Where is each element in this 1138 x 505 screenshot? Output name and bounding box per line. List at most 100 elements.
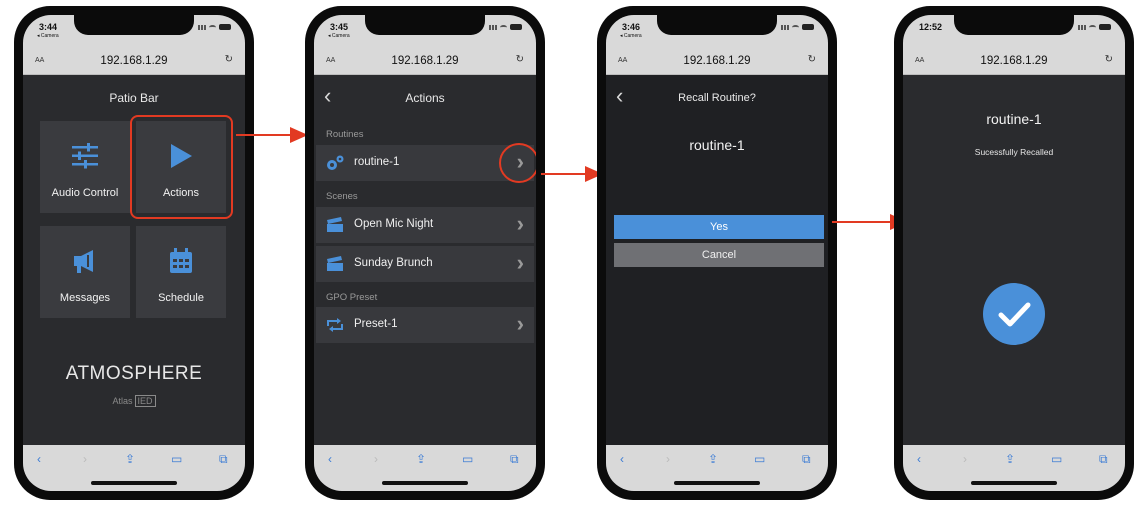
url-text[interactable]: 192.168.1.29 <box>23 55 245 67</box>
tile-audio-control[interactable]: Audio Control <box>40 121 130 213</box>
notch <box>657 15 777 35</box>
back-icon[interactable]: ‹ <box>37 452 41 466</box>
dialog-title: Recall Routine? <box>678 92 756 104</box>
page-title: Patio Bar <box>109 91 159 105</box>
back-to-app-link[interactable]: ◂ Camera <box>620 33 642 39</box>
url-text[interactable]: 192.168.1.29 <box>903 55 1125 67</box>
list-item-preset-1[interactable]: Preset-1 › <box>316 307 534 343</box>
forward-icon[interactable]: › <box>83 452 87 466</box>
status-time: 12:52 <box>919 22 943 32</box>
bookmarks-icon[interactable]: ▭ <box>754 452 765 466</box>
list-item-sunday-brunch[interactable]: Sunday Brunch › <box>316 246 534 282</box>
notch <box>74 15 194 35</box>
back-icon[interactable]: ‹ <box>620 452 624 466</box>
flow-arrow <box>236 127 308 143</box>
clapperboard-icon <box>327 217 343 232</box>
browser-toolbar: ‹ › ⇪ ▭ ⧉ <box>903 445 1125 491</box>
gears-icon <box>327 155 344 170</box>
notch <box>954 15 1074 35</box>
phone-confirm: 3:46 ◂ Camera AA 192.168.1.29 ↻ ‹ Recall… <box>597 6 837 500</box>
chevron-right-icon[interactable]: › <box>517 252 524 274</box>
list-item-open-mic-night[interactable]: Open Mic Night › <box>316 207 534 243</box>
home-indicator <box>674 481 760 485</box>
phone-success: 12:52 AA 192.168.1.29 ↻ routine-1 Sucess… <box>894 6 1134 500</box>
tile-messages[interactable]: Messages <box>40 226 130 318</box>
wifi-icon <box>209 24 216 30</box>
url-text[interactable]: 192.168.1.29 <box>314 55 536 67</box>
home-indicator <box>971 481 1057 485</box>
status-time: 3:44 <box>39 22 58 32</box>
reload-icon[interactable]: ↻ <box>1105 54 1113 65</box>
back-to-app-link[interactable]: ◂ Camera <box>328 33 350 39</box>
address-bar[interactable]: AA 192.168.1.29 ↻ <box>314 49 536 75</box>
tile-label: Schedule <box>158 292 204 304</box>
success-message: Sucessfully Recalled <box>974 147 1054 157</box>
chevron-right-icon[interactable]: › <box>517 313 524 335</box>
tile-label: Audio Control <box>51 187 119 199</box>
browser-toolbar: ‹ › ⇪ ▭ ⧉ <box>23 445 245 491</box>
section-header-routines: Routines <box>326 129 364 140</box>
tabs-icon[interactable]: ⧉ <box>1099 452 1108 467</box>
row-label: Sunday Brunch <box>354 257 433 269</box>
forward-icon[interactable]: › <box>666 452 670 466</box>
system-icons <box>1078 24 1111 30</box>
forward-icon[interactable]: › <box>963 452 967 466</box>
signal-icon <box>489 24 497 30</box>
yes-button[interactable]: Yes <box>614 215 824 239</box>
tabs-icon[interactable]: ⧉ <box>510 452 519 467</box>
battery-icon <box>510 24 522 30</box>
atlas-logo: Atlas IED <box>23 395 245 407</box>
share-icon[interactable]: ⇪ <box>125 452 135 466</box>
tile-label: Messages <box>59 292 111 304</box>
row-label: Preset-1 <box>354 318 398 330</box>
back-icon[interactable]: ‹ <box>917 452 921 466</box>
back-icon[interactable]: ‹ <box>328 452 332 466</box>
cancel-button[interactable]: Cancel <box>614 243 824 267</box>
screen: 3:46 ◂ Camera AA 192.168.1.29 ↻ ‹ Recall… <box>606 15 828 491</box>
success-check-icon <box>983 283 1045 345</box>
repeat-icon <box>327 318 343 332</box>
flow-arrow <box>541 166 603 182</box>
phone-home: 3:44 ◂ Camera AA 192.168.1.29 ↻ Patio Ba… <box>14 6 254 500</box>
routine-name: routine-1 <box>986 111 1042 127</box>
battery-icon <box>1099 24 1111 30</box>
share-icon[interactable]: ⇪ <box>1005 452 1015 466</box>
page-content: routine-1 Sucessfully Recalled <box>903 75 1125 445</box>
back-to-app-link[interactable]: ◂ Camera <box>37 33 59 39</box>
reload-icon[interactable]: ↻ <box>808 54 816 65</box>
address-bar[interactable]: AA 192.168.1.29 ↻ <box>606 49 828 75</box>
page-content: ‹ Recall Routine? routine-1 Yes Cancel <box>606 75 828 445</box>
url-text[interactable]: 192.168.1.29 <box>606 55 828 67</box>
system-icons <box>489 24 522 30</box>
forward-icon[interactable]: › <box>374 452 378 466</box>
reload-icon[interactable]: ↻ <box>516 54 524 65</box>
share-icon[interactable]: ⇪ <box>416 452 426 466</box>
highlight-circle <box>499 143 536 183</box>
tile-schedule[interactable]: Schedule <box>136 226 226 318</box>
bookmarks-icon[interactable]: ▭ <box>171 452 182 466</box>
wifi-icon <box>792 24 799 30</box>
browser-toolbar: ‹ › ⇪ ▭ ⧉ <box>314 445 536 491</box>
system-icons <box>198 24 231 30</box>
atlas-logo-box: IED <box>134 395 156 407</box>
home-indicator <box>91 481 177 485</box>
calendar-icon <box>170 248 192 273</box>
battery-icon <box>219 24 231 30</box>
wifi-icon <box>1089 24 1096 30</box>
tabs-icon[interactable]: ⧉ <box>802 452 811 467</box>
address-bar[interactable]: AA 192.168.1.29 ↻ <box>903 49 1125 75</box>
share-icon[interactable]: ⇪ <box>708 452 718 466</box>
browser-toolbar: ‹ › ⇪ ▭ ⧉ <box>606 445 828 491</box>
tabs-icon[interactable]: ⧉ <box>219 452 228 467</box>
bookmarks-icon[interactable]: ▭ <box>1051 452 1062 466</box>
bookmarks-icon[interactable]: ▭ <box>462 452 473 466</box>
signal-icon <box>781 24 789 30</box>
checkmark-icon <box>998 302 1031 327</box>
reload-icon[interactable]: ↻ <box>225 54 233 65</box>
notch <box>365 15 485 35</box>
row-label: Open Mic Night <box>354 218 434 230</box>
battery-icon <box>802 24 814 30</box>
chevron-right-icon[interactable]: › <box>517 213 524 235</box>
signal-icon <box>1078 24 1086 30</box>
address-bar[interactable]: AA 192.168.1.29 ↻ <box>23 49 245 75</box>
